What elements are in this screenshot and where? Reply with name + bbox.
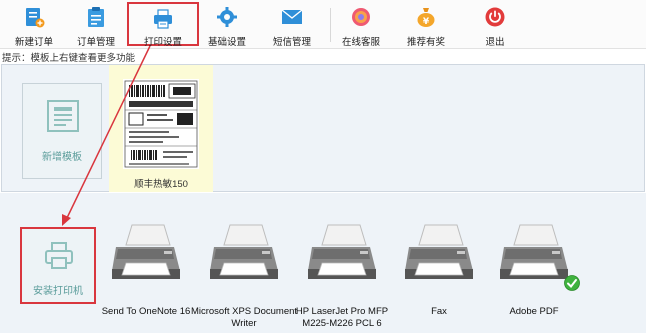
order-management-label: 订单管理: [76, 37, 115, 48]
exit-button[interactable]: 退出: [461, 2, 529, 48]
printer-device-icon: [112, 224, 180, 279]
gear-icon: [216, 6, 238, 28]
app-window: 新建订单 订单管理 打印设置 基础设置 短信管理 在线客服 ¥ 推荐有奖 退出 …: [0, 0, 646, 333]
printer-panel: 安装打印机 Send To OneNote 16 Microsoft XPS D…: [0, 193, 646, 333]
online-support-button[interactable]: 在线客服: [327, 2, 395, 48]
printer-name: Adobe PDF: [509, 306, 559, 317]
printer-name: HP LaserJet Pro MFP M225-M226 PCL 6: [295, 306, 389, 329]
printer-name: Send To OneNote 16: [101, 306, 191, 317]
printer-device-icon: [210, 224, 278, 279]
money-bag-icon: ¥: [415, 6, 437, 28]
printer-name: Microsoft XPS Document Writer: [190, 306, 298, 329]
printer-item[interactable]: HP LaserJet Pro MFP M225-M226 PCL 6: [294, 223, 390, 331]
printer-outline-icon: [44, 241, 74, 274]
envelope-icon: [281, 6, 303, 28]
install-printer-button[interactable]: 安装打印机: [20, 227, 96, 304]
new-order-button[interactable]: 新建订单: [0, 2, 68, 48]
basic-settings-label: 基础设置: [207, 37, 246, 48]
printer-item[interactable]: Fax: [391, 223, 487, 331]
sms-management-label: 短信管理: [272, 37, 311, 48]
printer-device-icon: [500, 224, 568, 279]
printer-item[interactable]: Adobe PDF: [486, 223, 582, 331]
install-printer-label: 安装打印机: [33, 286, 83, 297]
waybill-thumbnail: [123, 79, 199, 172]
printer-device-icon: [308, 224, 376, 279]
template-label: 顺丰热敏150: [134, 179, 188, 190]
referral-reward-label: 推荐有奖: [406, 37, 445, 48]
toolbar: 新建订单 订单管理 打印设置 基础设置 短信管理 在线客服 ¥ 推荐有奖 退出: [0, 0, 646, 49]
print-settings-label: 打印设置: [143, 37, 182, 48]
new-order-icon: [23, 6, 45, 28]
svg-text:¥: ¥: [423, 17, 430, 27]
exit-label: 退出: [485, 37, 505, 48]
add-template-button[interactable]: 新增模板: [22, 83, 102, 179]
printer-item[interactable]: Send To OneNote 16: [98, 223, 194, 331]
print-settings-button[interactable]: 打印设置: [127, 2, 199, 48]
order-management-button[interactable]: 订单管理: [62, 2, 130, 48]
template-panel: 新增模板 顺丰热敏150: [1, 64, 645, 192]
printer-item[interactable]: Microsoft XPS Document Writer: [191, 223, 297, 331]
basic-settings-button[interactable]: 基础设置: [193, 2, 261, 48]
power-icon: [484, 6, 506, 28]
referral-reward-button[interactable]: ¥ 推荐有奖: [392, 2, 460, 48]
template-card[interactable]: 顺丰热敏150: [109, 65, 213, 192]
order-list-icon: [85, 6, 107, 28]
hint-text: 提示：模板上右键查看更多功能: [2, 53, 136, 64]
printer-icon: [152, 8, 174, 30]
new-order-label: 新建订单: [14, 37, 53, 48]
template-icon: [45, 98, 81, 137]
sms-management-button[interactable]: 短信管理: [258, 2, 326, 48]
online-support-label: 在线客服: [341, 37, 380, 48]
customer-service-icon: [350, 6, 372, 28]
printer-device-icon: [405, 224, 473, 279]
add-template-label: 新增模板: [42, 152, 82, 163]
